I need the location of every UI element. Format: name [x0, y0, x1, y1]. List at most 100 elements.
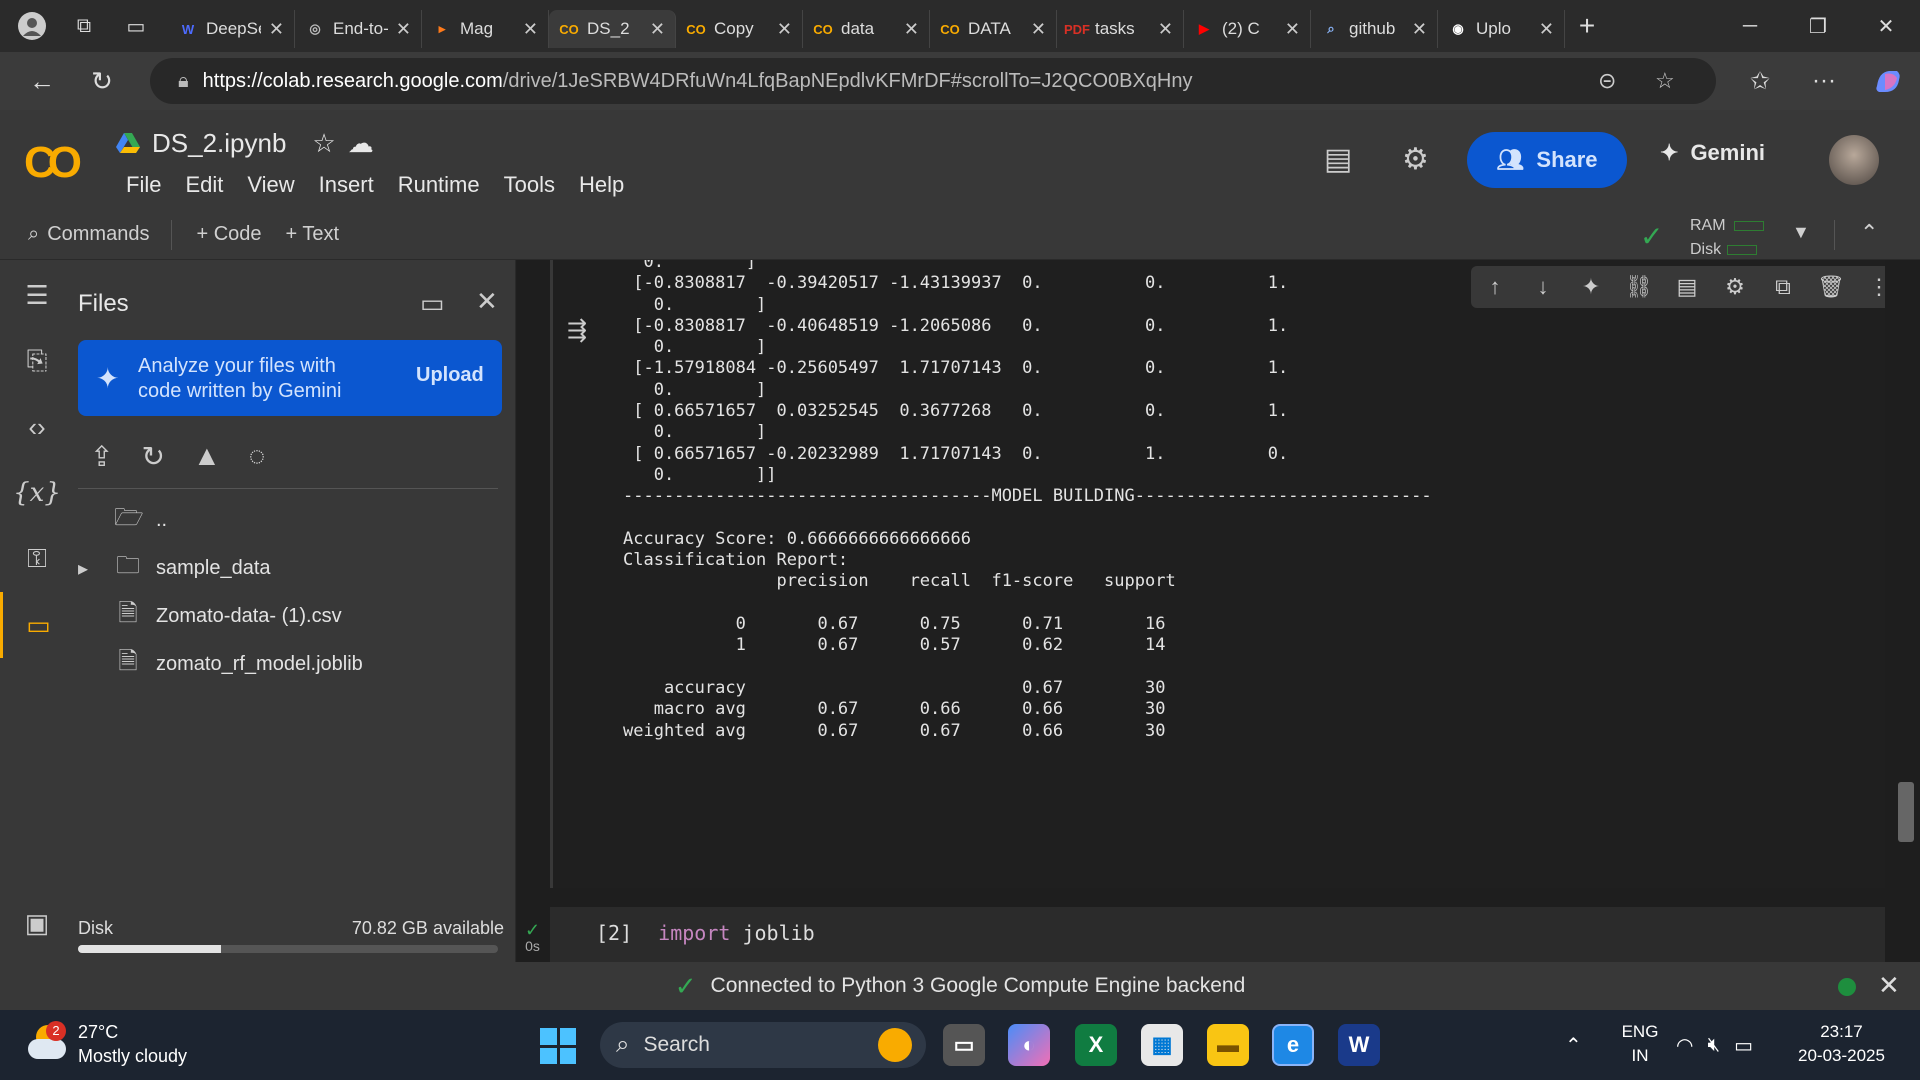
file-tree-item[interactable]: 🗎︎ zomato_rf_model.joblib	[78, 640, 502, 688]
mirror-cell-icon[interactable]: ⧉	[1759, 274, 1807, 300]
new-tab-button[interactable]: +	[1565, 10, 1609, 42]
star-icon[interactable]: ☆	[312, 128, 335, 159]
language-indicator[interactable]: ENG IN	[1612, 1020, 1668, 1068]
browser-tab[interactable]: ◎ End-to-End ✕	[295, 10, 422, 48]
menu-item[interactable]: Edit	[173, 172, 235, 198]
tab-close-icon[interactable]: ✕	[650, 19, 665, 40]
upload-button[interactable]: Upload	[416, 364, 484, 387]
collapse-header-icon[interactable]: ⌃	[1860, 220, 1878, 246]
gemini-cell-icon[interactable]: ✦	[1567, 274, 1615, 300]
store-icon[interactable]: ▦	[1141, 1024, 1183, 1066]
close-window-icon[interactable]: ✕	[1852, 0, 1920, 52]
browser-tab[interactable]: ⌕ github ✕	[1311, 10, 1438, 48]
tab-close-icon[interactable]: ✕	[269, 19, 284, 40]
gemini-analyze-card[interactable]: ✦ Analyze your files with code written b…	[78, 340, 502, 416]
copilot-app-icon[interactable]: ◐	[1008, 1024, 1050, 1066]
code-cell[interactable]: [2] import joblib	[550, 907, 1885, 962]
workspaces-icon[interactable]: ⧉	[64, 6, 104, 46]
files-folder-icon[interactable]: ▭	[0, 592, 74, 658]
hide-files-icon[interactable]: ◌	[249, 440, 266, 473]
browser-tab[interactable]: CO data ✕	[803, 10, 930, 48]
move-up-icon[interactable]: ↑	[1471, 274, 1519, 300]
secrets-key-icon[interactable]: ⚿	[0, 526, 74, 592]
menu-item[interactable]: Insert	[307, 172, 386, 198]
cell-settings-icon[interactable]: ⚙	[1711, 274, 1759, 300]
commands-button[interactable]: Commands	[47, 223, 149, 246]
reader-icon[interactable]: ⊝	[1598, 58, 1616, 104]
delete-icon[interactable]: 🗑︎	[1807, 274, 1855, 300]
task-view-icon[interactable]: ▭	[943, 1024, 985, 1066]
expand-chevron-icon[interactable]: ▸	[78, 556, 100, 581]
notebook-title[interactable]: DS_2.ipynb	[152, 128, 286, 159]
code-snippets-icon[interactable]: ‹›	[0, 394, 74, 460]
tray-overflow-icon[interactable]: ⌃	[1565, 1010, 1582, 1080]
page-scrollbar-thumb[interactable]	[1898, 782, 1914, 842]
browser-tab[interactable]: ◉ Uplo ✕	[1438, 10, 1565, 48]
variables-icon[interactable]: {x}	[0, 460, 74, 526]
menu-item[interactable]: Help	[567, 172, 636, 198]
restore-icon[interactable]: ❐	[1784, 0, 1852, 52]
tab-close-icon[interactable]: ✕	[1158, 19, 1173, 40]
favorites-icon[interactable]: ✩	[1732, 52, 1788, 110]
tab-close-icon[interactable]: ✕	[396, 19, 411, 40]
table-of-contents-icon[interactable]: ☰	[0, 262, 74, 328]
share-button[interactable]: 👥︎ Share	[1467, 132, 1627, 188]
url-field[interactable]: 🔒︎ https://colab.research.google.com /dr…	[150, 58, 1716, 104]
runtime-dropdown-icon[interactable]: ▼	[1792, 222, 1810, 243]
tab-actions-icon[interactable]: ▭	[116, 6, 156, 46]
move-down-icon[interactable]: ↓	[1519, 274, 1567, 300]
comment-icon[interactable]: ▤	[1663, 274, 1711, 300]
settings-gear-icon[interactable]: ⚙	[1402, 142, 1429, 177]
minimize-icon[interactable]: ─	[1716, 0, 1784, 52]
file-explorer-icon[interactable]: ▬	[1207, 1024, 1249, 1066]
mount-drive-icon[interactable]: ▲	[193, 440, 221, 473]
browser-tab[interactable]: CO DS_2 ✕	[549, 10, 676, 48]
favorite-star-icon[interactable]: ☆	[1655, 58, 1675, 104]
find-replace-icon[interactable]: ⎘	[0, 328, 74, 394]
browser-tab[interactable]: ▸ Mag ✕	[422, 10, 549, 48]
browser-tab[interactable]: ▶ (2) C ✕	[1184, 10, 1311, 48]
menu-item[interactable]: Tools	[492, 172, 567, 198]
tab-close-icon[interactable]: ✕	[1412, 19, 1427, 40]
code-line[interactable]: [2] import joblib	[596, 921, 815, 945]
browser-tab[interactable]: CO Copy ✕	[676, 10, 803, 48]
upload-file-icon[interactable]: ⇪	[90, 440, 113, 473]
gemini-button[interactable]: ✦ Gemini	[1660, 140, 1765, 166]
dismiss-status-icon[interactable]: ✕	[1878, 970, 1900, 1001]
refresh-icon[interactable]: ↻	[141, 440, 164, 473]
terminal-icon[interactable]: ▣	[0, 890, 74, 956]
tab-close-icon[interactable]: ✕	[904, 19, 919, 40]
file-tree-item[interactable]: ▸ 🗀︎ sample_data	[78, 544, 502, 592]
excel-icon[interactable]: X	[1075, 1024, 1117, 1066]
add-code-button[interactable]: + Code	[196, 223, 261, 246]
more-icon[interactable]: ···	[1796, 52, 1852, 110]
weather-widget[interactable]: 2 27°C Mostly cloudy	[28, 1020, 187, 1068]
cloud-save-icon[interactable]: ☁︎	[348, 128, 374, 159]
tab-close-icon[interactable]: ✕	[523, 19, 538, 40]
copilot-icon[interactable]	[1860, 52, 1916, 110]
menu-item[interactable]: Runtime	[386, 172, 492, 198]
tab-close-icon[interactable]: ✕	[1285, 19, 1300, 40]
tab-close-icon[interactable]: ✕	[1539, 19, 1554, 40]
reload-icon[interactable]: ↻	[72, 52, 132, 110]
open-in-tab-icon[interactable]: ▭	[420, 288, 445, 319]
browser-tab[interactable]: PDF tasks ✕	[1057, 10, 1184, 48]
menu-item[interactable]: File	[114, 172, 173, 198]
windows-start-icon[interactable]	[540, 1028, 576, 1064]
clock[interactable]: 23:17 20-03-2025	[1798, 1020, 1885, 1068]
file-tree-item[interactable]: 🗁︎ ..	[78, 496, 502, 544]
colab-logo[interactable]: CO	[24, 138, 82, 188]
comments-icon[interactable]: ▤	[1324, 142, 1352, 177]
file-tree-item[interactable]: 🗎︎ Zomato-data- (1).csv	[78, 592, 502, 640]
back-icon[interactable]: ←	[12, 52, 72, 110]
browser-tab[interactable]: W DeepSeek ✕	[168, 10, 295, 48]
tab-close-icon[interactable]: ✕	[777, 19, 792, 40]
close-panel-icon[interactable]: ✕	[476, 286, 498, 317]
system-tray[interactable]: ◠ 🔇︎ ▭	[1676, 1010, 1753, 1080]
browser-tab[interactable]: CO DATA ✕	[930, 10, 1057, 48]
webex-icon[interactable]: W	[1338, 1024, 1380, 1066]
taskbar-search[interactable]: ⌕ Search	[600, 1022, 926, 1068]
output-actions-icon[interactable]: ⇶	[567, 316, 587, 345]
tab-close-icon[interactable]: ✕	[1031, 19, 1046, 40]
menu-item[interactable]: View	[235, 172, 306, 198]
